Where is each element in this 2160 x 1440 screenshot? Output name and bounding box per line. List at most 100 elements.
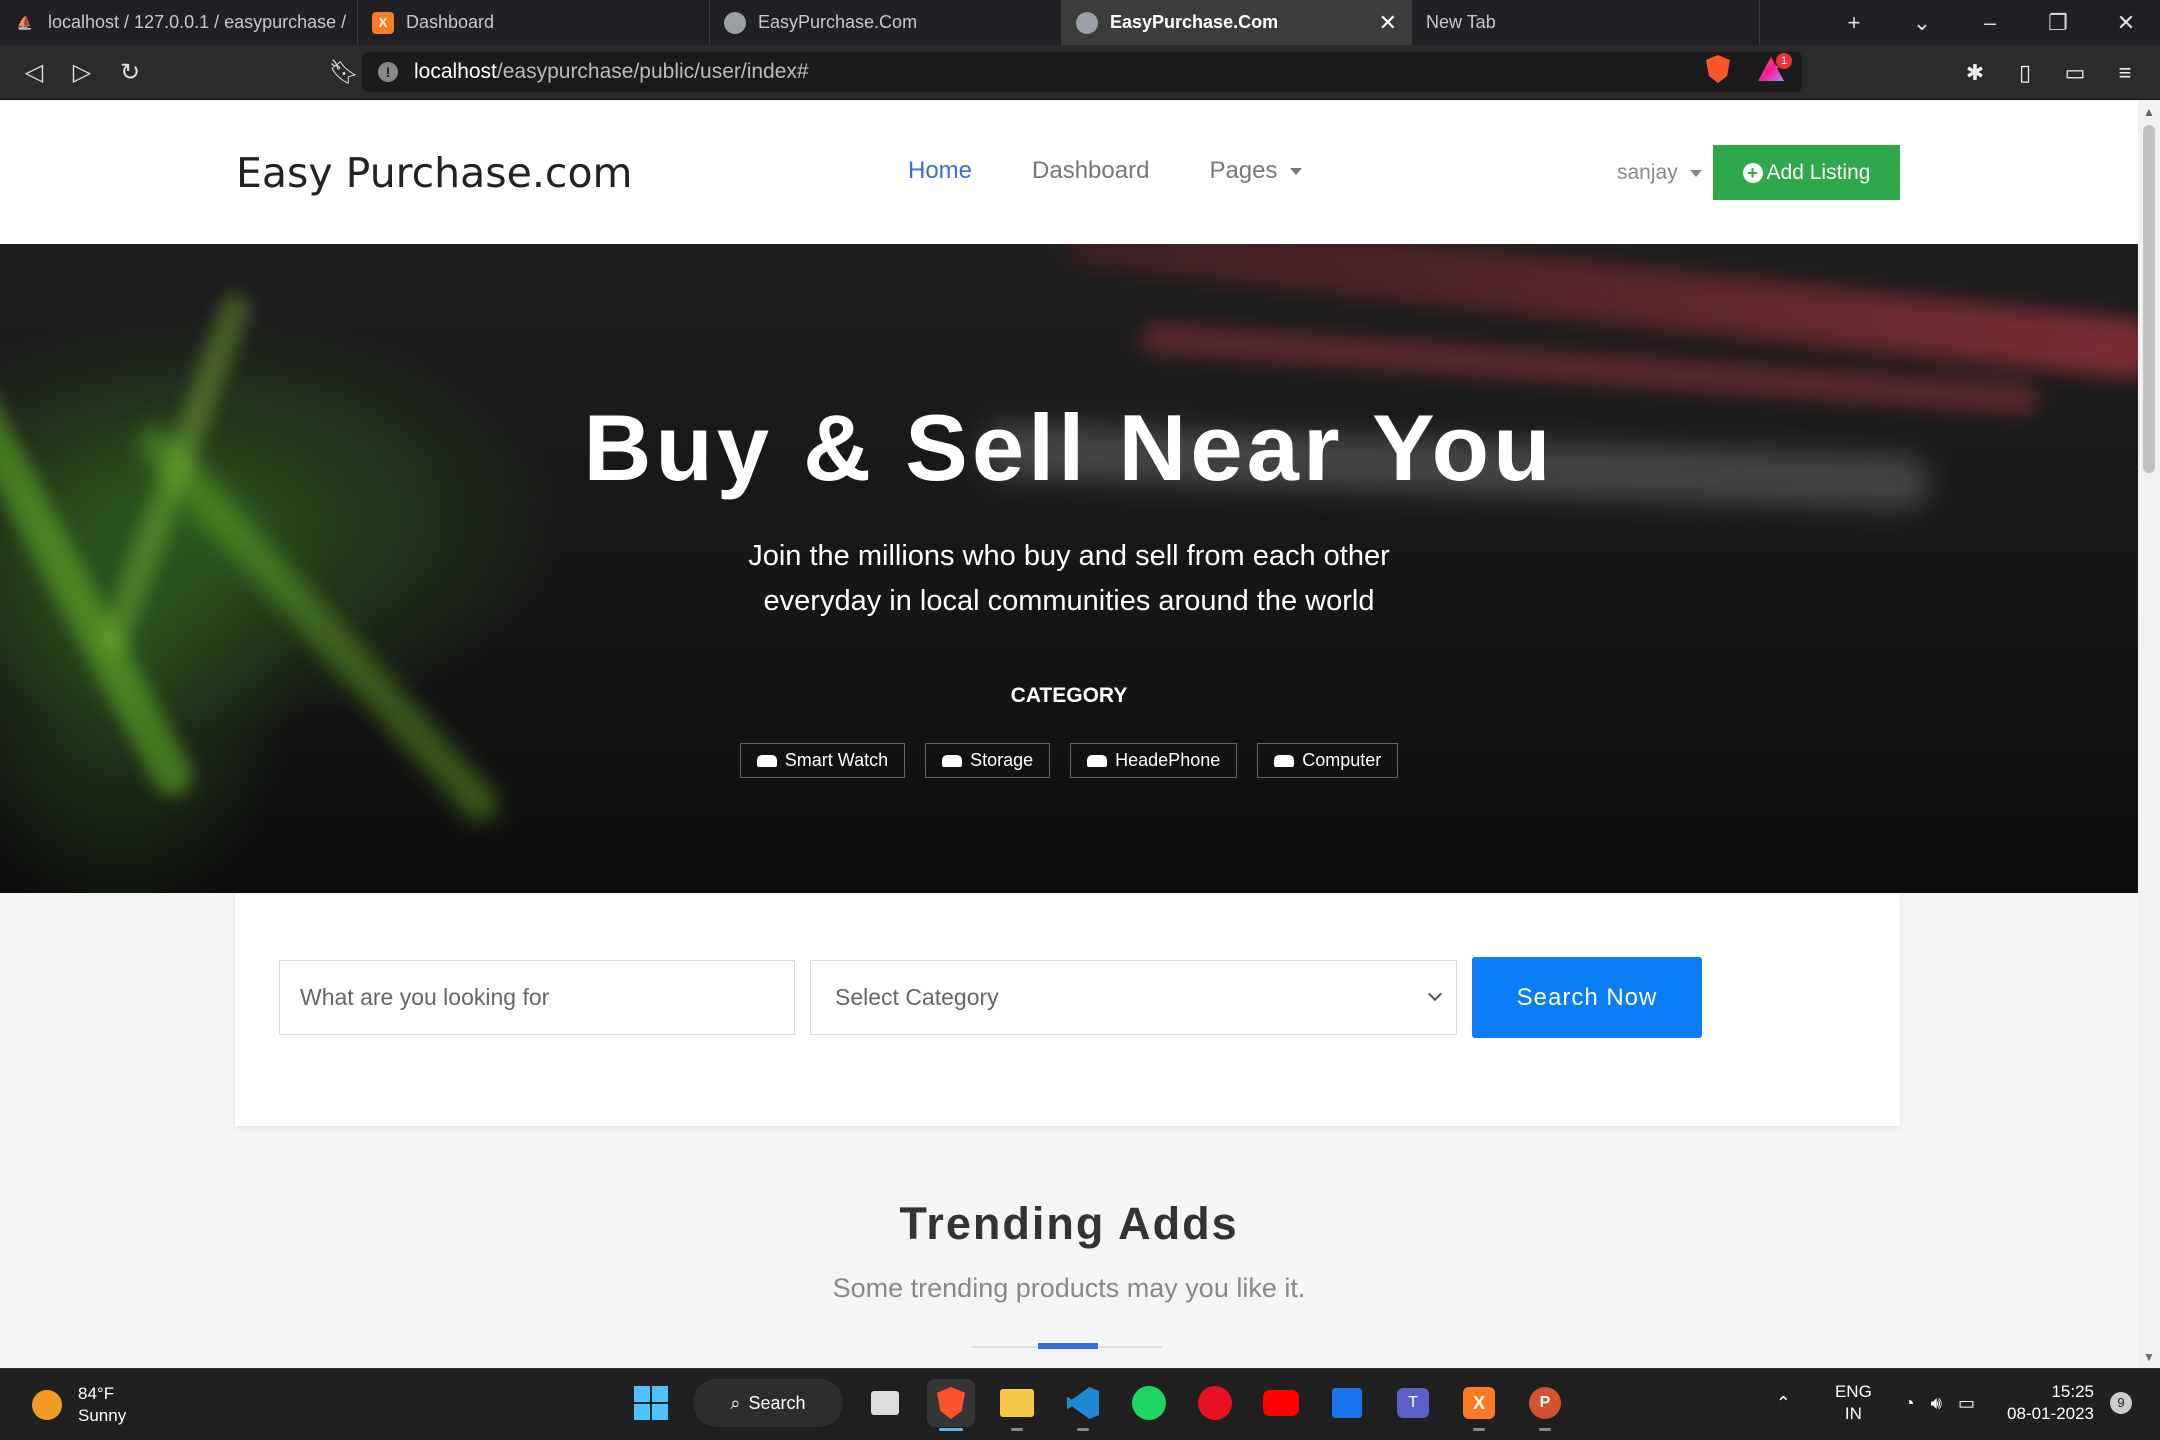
user-menu[interactable]: sanjay	[1617, 161, 1702, 185]
close-window-icon[interactable]: ✕	[2092, 10, 2160, 36]
nav-pages-label: Pages	[1209, 157, 1278, 184]
taskbar-brave[interactable]	[927, 1379, 975, 1431]
start-button[interactable]	[627, 1379, 675, 1427]
taskbar-vscode[interactable]	[1059, 1379, 1107, 1431]
rewards-badge: 1	[1776, 53, 1792, 69]
language-code: ENG	[1834, 1382, 1872, 1401]
add-listing-button[interactable]: + Add Listing	[1713, 145, 1900, 200]
divider-accent	[1038, 1343, 1098, 1349]
category-label: CATEGORY	[1010, 684, 1128, 707]
tab-search-icon[interactable]: ⌄	[1888, 10, 1956, 36]
forward-icon[interactable]: ▷	[58, 58, 106, 87]
new-tab-icon[interactable]: +	[1820, 10, 1888, 36]
tab-phpmyadmin[interactable]: ⛵ localhost / 127.0.0.1 / easypurchase /	[0, 0, 358, 45]
battery-icon[interactable]: ▭	[1958, 1393, 1975, 1414]
vscode-icon	[1067, 1387, 1099, 1419]
language-indicator[interactable]: ENG IN	[1835, 1381, 1872, 1425]
category-chip-storage[interactable]: Storage	[925, 743, 1051, 778]
tab-dashboard[interactable]: X Dashboard	[358, 0, 710, 45]
weather-widget[interactable]: 84°F Sunny	[32, 1383, 126, 1427]
running-indicator	[1077, 1428, 1089, 1431]
taskbar-music-player[interactable]	[1191, 1379, 1239, 1427]
taskbar-search[interactable]: ⌕ Search	[693, 1379, 843, 1427]
search-now-button[interactable]: Search Now	[1472, 957, 1702, 1038]
section-divider	[972, 1343, 1162, 1349]
category-select-value: Select Category	[835, 984, 999, 1010]
folder-icon	[1000, 1389, 1034, 1417]
nav-pages[interactable]: Pages	[1209, 157, 1302, 185]
chevron-down-icon	[1689, 169, 1702, 177]
window-controls: + ⌄ – ❐ ✕	[1820, 0, 2160, 45]
section-title: Trending Adds	[899, 1198, 1239, 1249]
taskbar-powerpoint[interactable]: P	[1521, 1379, 1569, 1431]
taskbar-search-label: Search	[748, 1392, 806, 1413]
wallet-icon[interactable]: ▭	[2050, 60, 2100, 86]
bookmark-icon[interactable]: 🔖︎	[320, 58, 368, 87]
clock[interactable]: 15:25 08-01-2023	[2007, 1381, 2094, 1425]
address-bar[interactable]: ! localhost/easypurchase/public/user/ind…	[362, 52, 1802, 92]
windows-icon	[634, 1386, 668, 1420]
system-tray: ⌃ ENG IN ◔ 🔊︎ ▭ 15:25 08-01-2023 9	[1768, 1381, 2132, 1425]
taskbar-xampp[interactable]: X	[1455, 1379, 1503, 1431]
running-indicator	[1539, 1428, 1551, 1431]
tab-new-tab[interactable]: New Tab	[1412, 0, 1760, 45]
wifi-icon[interactable]: ◔	[1904, 1393, 1915, 1414]
task-view-button[interactable]	[861, 1379, 909, 1427]
running-indicator	[939, 1428, 963, 1431]
taskbar-teams[interactable]: T	[1389, 1379, 1437, 1427]
weather-condition: Sunny	[78, 1406, 127, 1425]
category-label-text: Storage	[970, 750, 1034, 770]
category-chip-computer[interactable]: Computer	[1257, 743, 1399, 778]
scroll-down-icon[interactable]: ▼	[2138, 1350, 2160, 1364]
restore-icon[interactable]: ❐	[2024, 10, 2092, 36]
nav-dashboard[interactable]: Dashboard	[1032, 157, 1149, 185]
page-scrollbar[interactable]: ▲ ▼	[2138, 101, 2160, 1368]
taskbar-app-blue[interactable]	[1323, 1379, 1371, 1427]
chevron-up-icon[interactable]: ⌃	[1776, 1393, 1791, 1414]
phpmyadmin-icon: ⛵	[16, 14, 34, 30]
extensions-icon[interactable]: ✱	[1950, 60, 2000, 86]
task-view-icon	[871, 1391, 899, 1415]
category-chip-headphone[interactable]: HeadePhone	[1070, 743, 1238, 778]
play-icon	[1198, 1386, 1232, 1420]
car-icon	[1087, 754, 1108, 767]
powerpoint-icon: P	[1529, 1387, 1561, 1419]
site-info-icon[interactable]: !	[378, 62, 398, 82]
sun-icon	[32, 1390, 62, 1420]
plus-circle-icon: +	[1742, 162, 1763, 183]
notification-badge[interactable]: 9	[2110, 1392, 2132, 1414]
car-icon	[942, 754, 963, 767]
search-icon: ⌕	[730, 1392, 741, 1413]
clock-date: 08-01-2023	[2007, 1404, 2094, 1423]
site-brand[interactable]: Easy Purchase.com	[236, 149, 632, 197]
tab-title: Dashboard	[406, 12, 495, 32]
username: sanjay	[1617, 161, 1678, 184]
tab-easypurchase-1[interactable]: EasyPurchase.Com	[710, 0, 1062, 45]
scrollbar-thumb[interactable]	[2143, 125, 2155, 473]
volume-icon[interactable]: 🔊︎	[1931, 1393, 1942, 1414]
category-chip-smart-watch[interactable]: Smart Watch	[739, 743, 906, 778]
back-icon[interactable]: ◁	[10, 58, 58, 87]
chevron-down-icon	[1427, 986, 1443, 1002]
region-code: IN	[1844, 1404, 1862, 1423]
taskbar-file-explorer[interactable]	[993, 1379, 1041, 1431]
sidebar-icon[interactable]: ▯	[2000, 60, 2050, 86]
tab-easypurchase-active[interactable]: EasyPurchase.Com ✕	[1062, 0, 1412, 45]
hero-title: Buy & Sell Near You	[583, 395, 1555, 500]
scroll-up-icon[interactable]: ▲	[2138, 105, 2160, 119]
taskbar-apps: ⌕ Search T X P	[618, 1379, 1578, 1431]
taskbar-spotify[interactable]	[1125, 1379, 1173, 1427]
close-tab-icon[interactable]: ✕	[1379, 10, 1397, 36]
globe-icon	[724, 11, 746, 34]
search-input[interactable]	[279, 960, 795, 1035]
category-list: Smart Watch Storage HeadePhone Computer	[0, 743, 2138, 778]
category-select[interactable]: Select Category	[810, 960, 1457, 1035]
menu-icon[interactable]: ≡	[2100, 60, 2150, 86]
minimize-icon[interactable]: –	[1956, 10, 2024, 36]
reload-icon[interactable]: ↻	[106, 58, 154, 87]
globe-icon	[1076, 11, 1098, 34]
nav-home[interactable]: Home	[908, 157, 972, 185]
taskbar-youtube[interactable]	[1257, 1379, 1305, 1427]
tab-title: EasyPurchase.Com	[758, 12, 918, 32]
url-path: /easypurchase/public/user/index#	[496, 60, 809, 83]
